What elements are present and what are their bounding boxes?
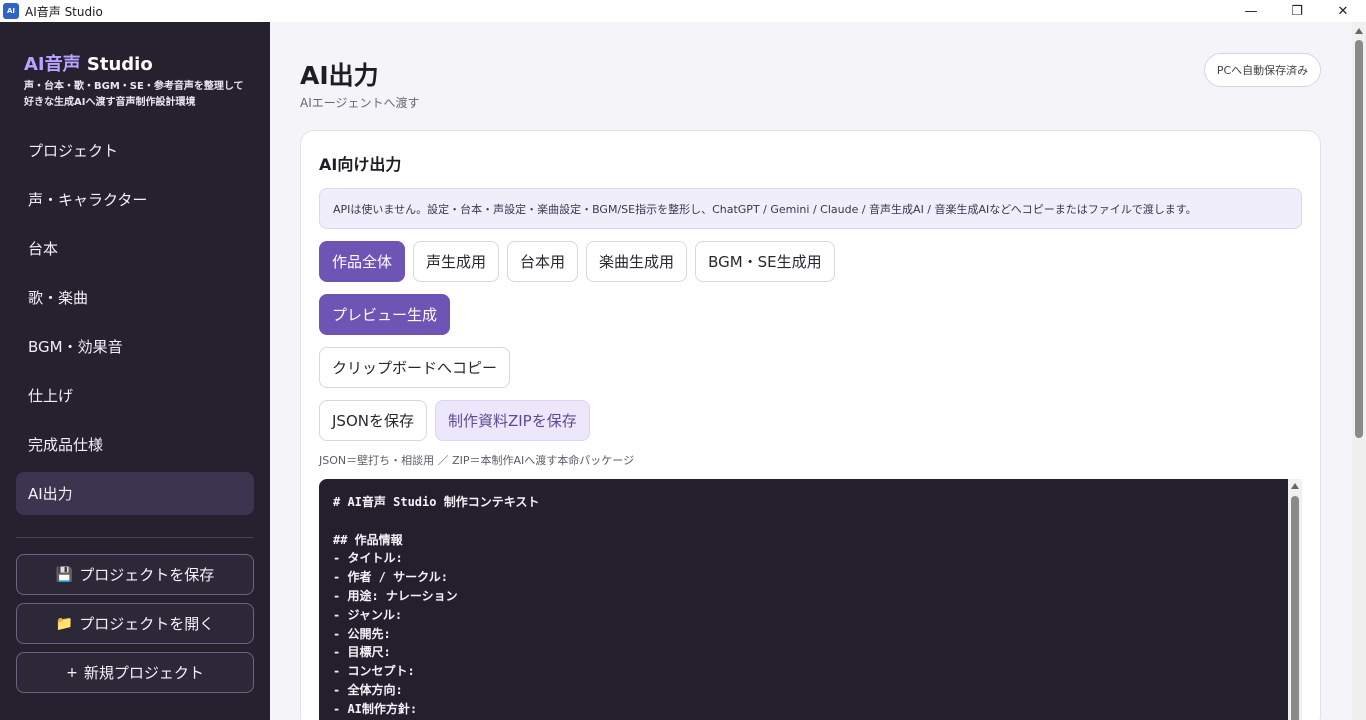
window-titlebar: AI AI音声 Studio — ❐ ✕ [0,0,1366,22]
minimize-icon[interactable]: — [1228,0,1274,22]
copy-to-clipboard-button[interactable]: クリップボードへコピー [319,347,511,388]
scroll-up-arrow-icon[interactable] [1355,28,1363,34]
code-line: - 用途: ナレーション [333,588,458,603]
code-line: # AI音声 Studio 制作コンテキスト [333,495,540,509]
info-notice: APIは使いません。設定・台本・声設定・楽曲設定・BGM/SE指示を整形し、Ch… [319,188,1302,229]
maximize-icon[interactable]: ❐ [1274,0,1320,22]
code-line: - タイトル: [333,551,403,566]
brand-rest: Studio [80,54,153,75]
code-line: ## 作品情報 [333,532,403,547]
scroll-up-arrow-icon[interactable] [1291,483,1299,489]
window-controls: — ❐ ✕ [1228,0,1366,22]
tab-whole-work[interactable]: 作品全体 [319,241,406,282]
page-subtitle: AIエージェントへ渡す [300,96,420,110]
new-project-label: 新規プロジェクト [83,664,204,682]
brand-title: AI音声 Studio [24,50,153,76]
tab-bgm-se-generation[interactable]: BGM・SE生成用 [695,241,835,282]
app-logo-icon: AI [3,3,19,19]
preview-scrollbar[interactable] [1288,479,1302,720]
sidebar-item-finishing[interactable]: 仕上げ [16,374,254,417]
autosave-status-badge: PCへ自動保存済み [1204,53,1321,87]
ai-output-card: AI向け出力 APIは使いません。設定・台本・声設定・楽曲設定・BGM/SE指示… [300,130,1321,720]
page-title: AI出力 [300,61,379,90]
sidebar-item-bgm-se[interactable]: BGM・効果音 [16,325,254,368]
card-title: AI向け出力 [319,155,402,174]
sidebar-item-song-music[interactable]: 歌・楽曲 [16,276,254,319]
generate-preview-button[interactable]: プレビュー生成 [319,294,451,335]
code-line: - 全体方向: [333,682,403,697]
sidebar-item-script[interactable]: 台本 [16,227,254,270]
sidebar-divider [16,537,254,538]
sidebar-item-ai-output[interactable]: AI出力 [16,472,254,515]
save-project-label: プロジェクトを保存 [79,566,215,584]
sidebar-item-final-spec[interactable]: 完成品仕様 [16,423,254,466]
sidebar: AI音声 Studio 声・台本・歌・BGM・SE・参考音声を整理して 好きな生… [0,22,270,720]
app-logo-text: AI [6,7,16,15]
save-json-button[interactable]: JSONを保存 [319,400,427,441]
floppy-disk-icon: 💾 [55,566,74,583]
code-line: - 作者 / サークル: [333,570,448,585]
open-project-label: プロジェクトを開く [79,615,215,633]
code-line: - コンセプト: [333,664,415,679]
export-hint: JSON＝壁打ち・相談用 ／ ZIP＝本制作AIへ渡す本命パッケージ [319,454,635,467]
scroll-thumb[interactable] [1355,40,1363,438]
tab-music-generation[interactable]: 楽曲生成用 [586,241,688,282]
code-line: - ジャンル: [333,607,403,622]
save-project-button[interactable]: 💾 プロジェクトを保存 [16,554,254,595]
folder-icon: 📁 [55,615,74,632]
open-project-button[interactable]: 📁 プロジェクトを開く [16,603,254,644]
brand-tagline: 声・台本・歌・BGM・SE・参考音声を整理して 好きな生成AIへ渡す音声制作設計… [24,79,264,111]
page-scrollbar[interactable] [1352,22,1366,720]
output-type-tabs: 作品全体 声生成用 台本用 楽曲生成用 BGM・SE生成用 [319,241,835,282]
tab-voice-generation[interactable]: 声生成用 [413,241,500,282]
preview-output-textarea[interactable]: # AI音声 Studio 制作コンテキスト ## 作品情報 - タイトル: -… [319,479,1288,720]
brand-accent: AI音声 [24,54,81,75]
code-line: - 目標尺: [333,645,391,660]
close-icon[interactable]: ✕ [1320,0,1366,22]
code-line: - 公開先: [333,626,391,641]
scroll-thumb[interactable] [1291,496,1299,720]
main-content: AI出力 AIエージェントへ渡す PCへ自動保存済み AI向け出力 APIは使い… [270,22,1352,720]
tab-script[interactable]: 台本用 [507,241,579,282]
sidebar-nav: プロジェクト 声・キャラクター 台本 歌・楽曲 BGM・効果音 仕上げ 完成品仕… [16,129,254,521]
window-title: AI音声 Studio [25,4,103,19]
tagline-line-2: 好きな生成AIへ渡す音声制作設計環境 [24,97,196,108]
code-line: - AI制作方針: [333,701,418,716]
save-zip-button[interactable]: 制作資料ZIPを保存 [434,400,590,441]
tagline-line-1: 声・台本・歌・BGM・SE・参考音声を整理して [24,81,244,92]
sidebar-item-project[interactable]: プロジェクト [16,129,254,172]
plus-icon: + [66,664,78,681]
sidebar-item-voice-character[interactable]: 声・キャラクター [16,178,254,221]
new-project-button[interactable]: + 新規プロジェクト [16,652,254,693]
